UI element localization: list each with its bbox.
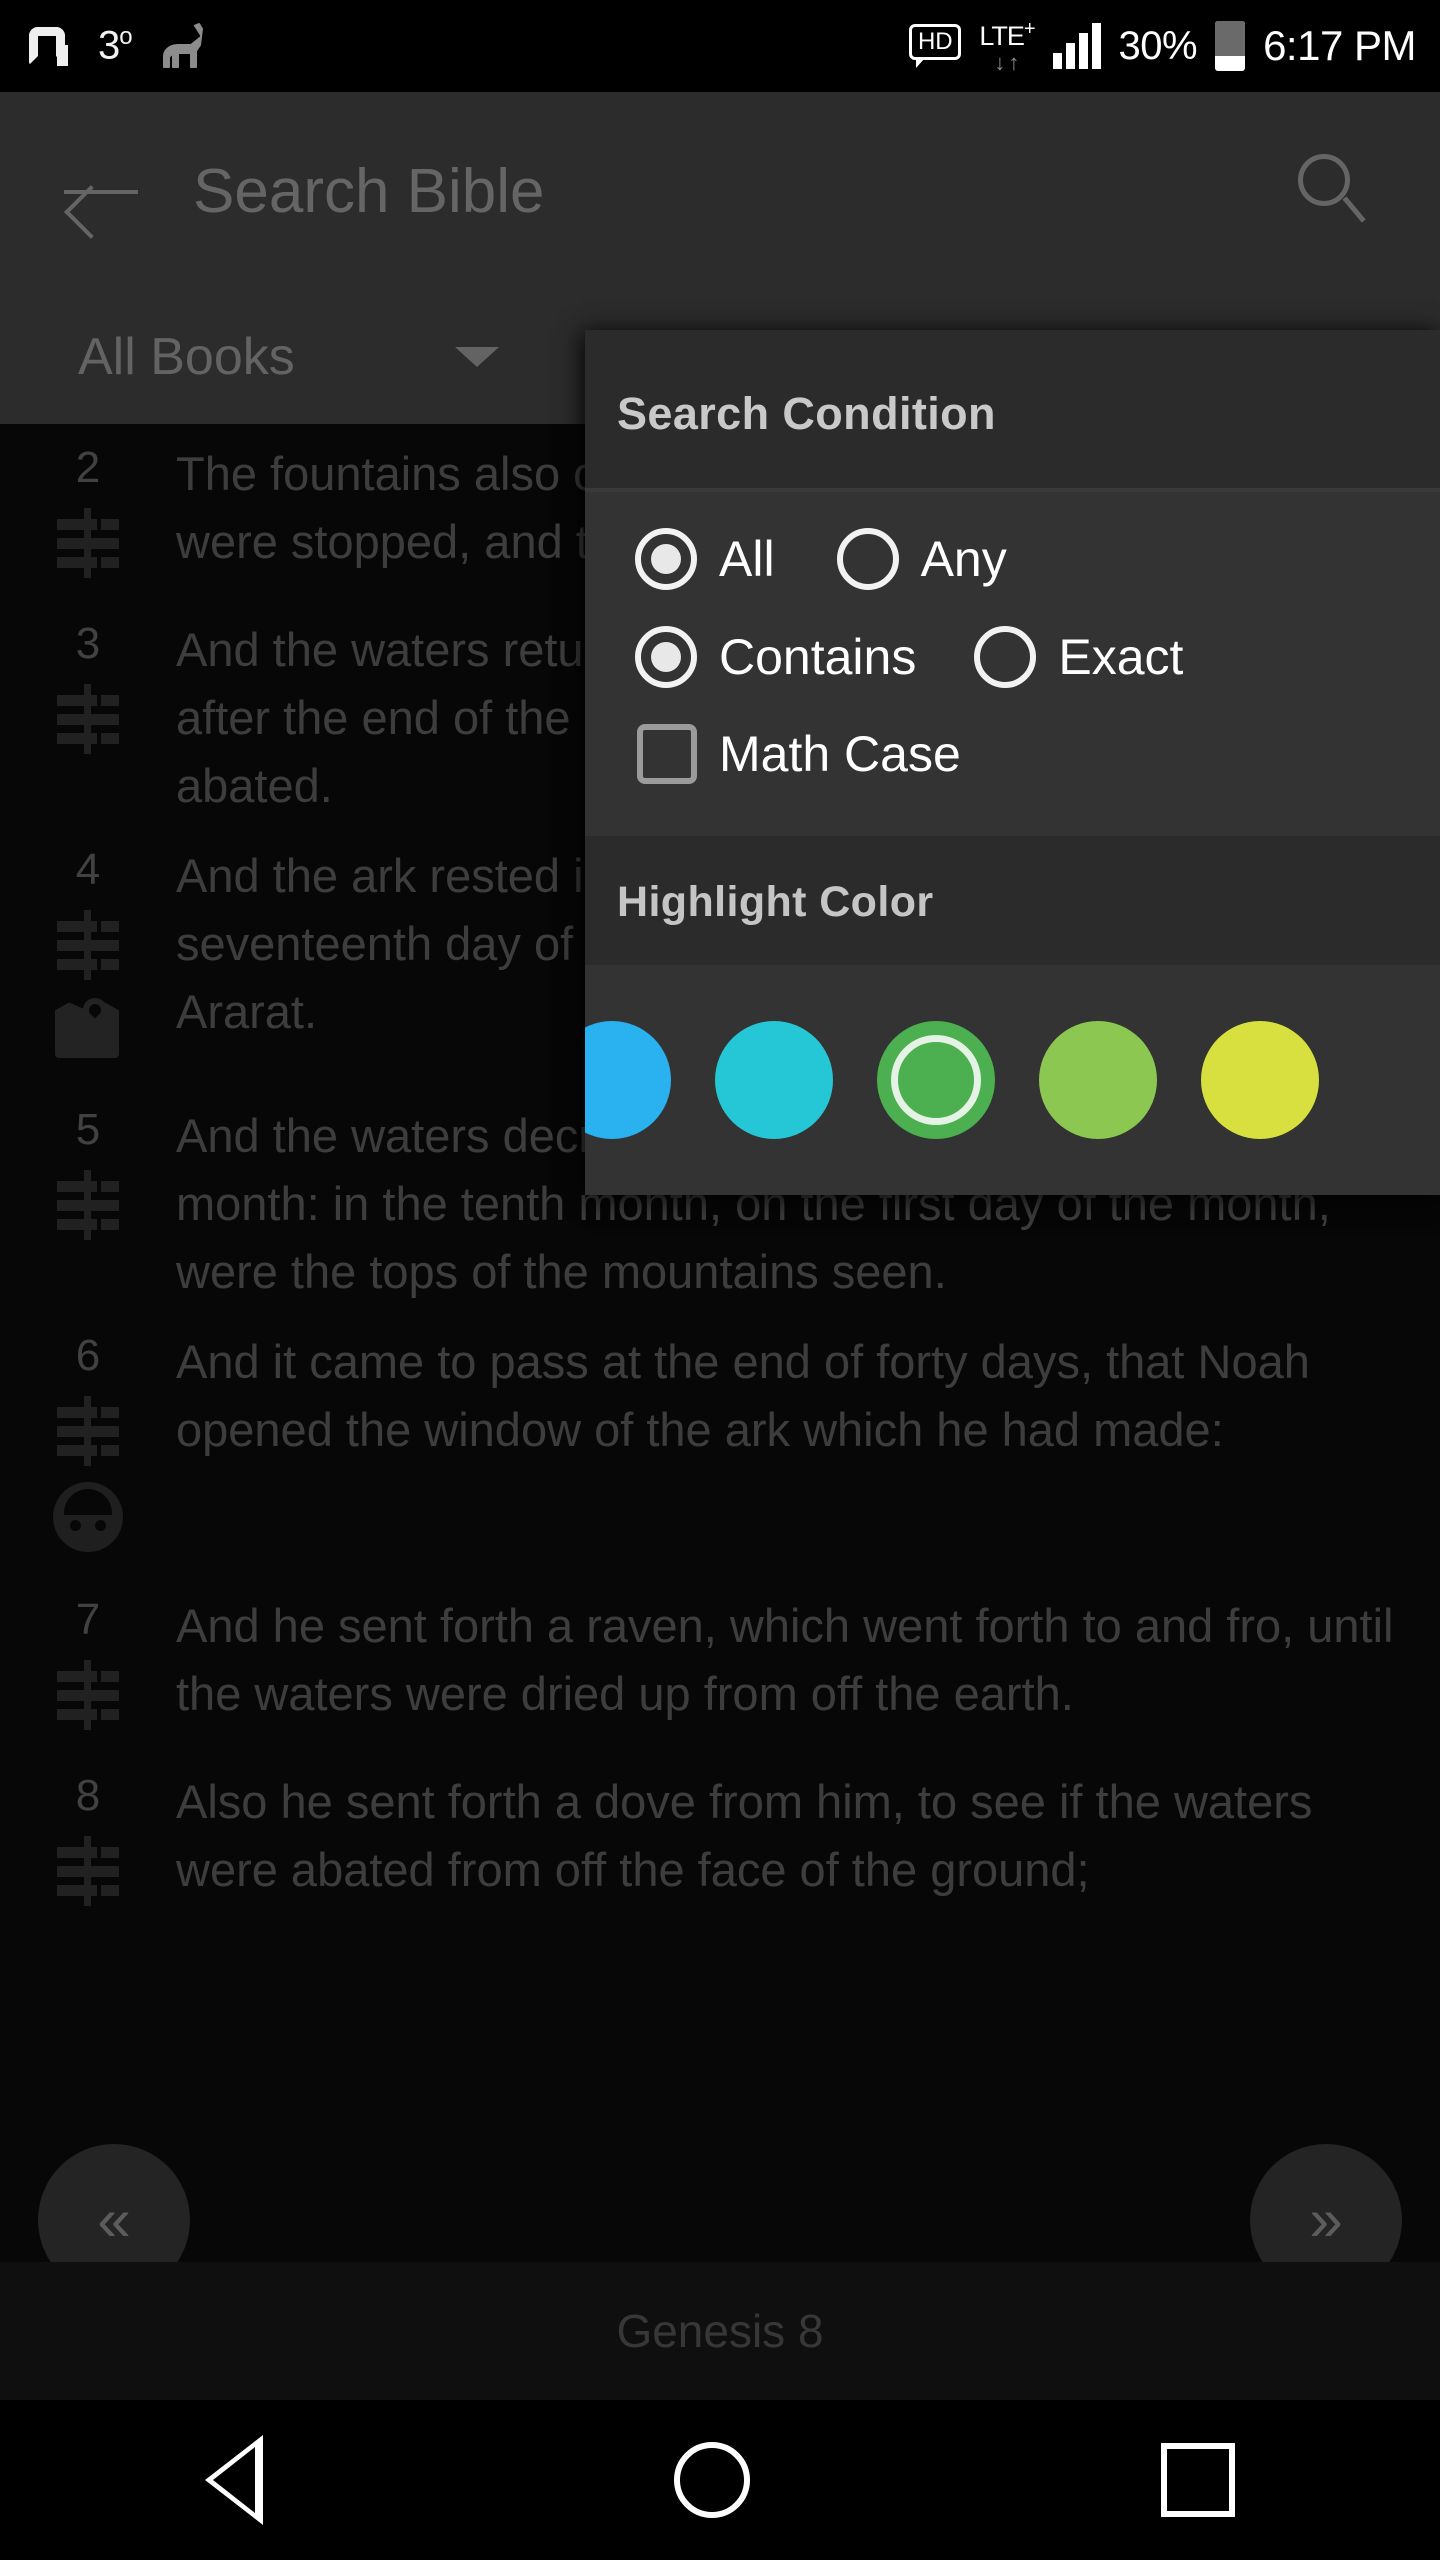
color-swatch-blue[interactable] — [585, 1021, 671, 1139]
checkbox-icon-math-case[interactable] — [637, 724, 697, 784]
chapter-reference-label: Genesis 8 — [616, 2305, 824, 2357]
verse-gutter: 3 — [0, 608, 176, 820]
note-icon[interactable] — [55, 1396, 121, 1466]
data-transfer-arrows-icon: ↓ ↑ — [994, 49, 1020, 75]
verse-number: 3 — [75, 619, 101, 668]
page-title: Search Bible — [193, 156, 545, 226]
battery-percent-label: 30% — [1118, 23, 1198, 68]
android-navigation-bar — [0, 2400, 1440, 2560]
note-icon[interactable] — [55, 910, 121, 980]
highlight-color-header: Highlight Color — [585, 836, 1440, 965]
verse-gutter: 2 — [0, 432, 176, 594]
case-option-row: Math Case — [585, 706, 1440, 802]
radio-option-any[interactable]: Any — [836, 528, 1007, 590]
hd-tail — [916, 58, 926, 68]
weather-temperature: 3o — [98, 23, 133, 68]
radio-label-contains: Contains — [719, 629, 917, 685]
radio-icon-any[interactable] — [836, 528, 899, 590]
color-swatch-light-green[interactable] — [1039, 1021, 1157, 1139]
radio-icon-all[interactable] — [635, 528, 697, 590]
verse-number: 6 — [75, 1331, 101, 1380]
chevron-down-icon — [454, 347, 499, 367]
checkbox-label-math-case: Math Case — [719, 726, 961, 782]
android-recents-icon[interactable] — [1160, 2443, 1235, 2517]
highlight-color-title: Highlight Color — [617, 878, 934, 926]
checkbox-option-math-case[interactable]: Math Case — [637, 724, 961, 784]
note-icon[interactable] — [55, 1170, 121, 1240]
app-logo-icon — [26, 23, 72, 69]
status-bar-right: HD LTE+ ↓ ↑ 30% 6:17 PM — [909, 19, 1440, 74]
radio-option-all[interactable]: All — [635, 528, 775, 590]
color-swatch-cyan[interactable] — [715, 1021, 833, 1139]
book-scope-label: All Books — [78, 328, 295, 386]
verse-row[interactable]: 6 And it came to pass at the end of fort… — [0, 1320, 1440, 1584]
person-icon[interactable] — [53, 1482, 123, 1552]
battery-icon — [1215, 21, 1246, 71]
verse-number: 4 — [75, 845, 101, 894]
verse-number: 8 — [75, 1771, 101, 1820]
radio-option-contains[interactable]: Contains — [635, 626, 916, 688]
search-condition-title: Search Condition — [617, 388, 996, 439]
llama-icon — [162, 23, 203, 68]
radio-icon-exact[interactable] — [974, 626, 1037, 688]
reader-footer: Genesis 8 — [0, 2262, 1440, 2400]
verse-text: And he sent forth a raven, which went fo… — [176, 1599, 1394, 1720]
phone-screen: 3o HD LTE+ ↓↑ 30% 6:17 PM Search Bible — [0, 0, 1440, 2560]
note-icon[interactable] — [55, 508, 121, 578]
map-icon[interactable] — [55, 993, 121, 1062]
verse-gutter: 6 — [0, 1320, 176, 1570]
highlight-color-strip[interactable] — [585, 965, 1440, 1195]
hd-voice-icon: HD — [909, 24, 962, 68]
highlight-color-rail[interactable] — [585, 965, 1319, 1195]
verse-number: 5 — [75, 1105, 101, 1154]
signal-bars-icon — [1052, 23, 1101, 69]
verse-row[interactable]: 8 Also he sent forth a dove from him, to… — [0, 1760, 1440, 1936]
radio-label-all: All — [719, 531, 775, 587]
network-label: LTE+ — [979, 17, 1035, 51]
compare-mode-row: Contains Exact — [585, 608, 1440, 706]
clock-label: 6:17 PM — [1263, 22, 1416, 69]
radio-option-exact[interactable]: Exact — [974, 626, 1183, 688]
status-bar: 3o HD LTE+ ↓ ↑ 30% 6:17 PM — [0, 0, 1440, 92]
verse-text: And it came to pass at the end of forty … — [176, 1335, 1310, 1456]
temperature-unit: o — [119, 23, 132, 51]
verse-gutter: 5 — [0, 1094, 176, 1306]
radio-icon-contains[interactable] — [635, 626, 697, 688]
verse-gutter: 4 — [0, 834, 176, 1080]
verse-number: 2 — [75, 443, 101, 492]
android-home-icon[interactable] — [673, 2442, 750, 2518]
verse-number: 7 — [75, 1595, 101, 1644]
android-back-icon[interactable] — [205, 2435, 264, 2525]
verse-text: Also he sent forth a dove from him, to s… — [176, 1775, 1313, 1896]
network-type-indicator: LTE+ ↓ ↑ — [979, 17, 1035, 75]
verse-gutter: 8 — [0, 1760, 176, 1922]
search-icon[interactable] — [1296, 154, 1370, 228]
note-icon[interactable] — [55, 1836, 121, 1906]
radio-label-exact: Exact — [1058, 629, 1184, 685]
status-bar-left: 3o — [0, 23, 210, 69]
match-mode-row: All Any — [585, 510, 1440, 608]
radio-label-any: Any — [920, 531, 1007, 587]
app-toolbar: Search Bible — [0, 92, 1440, 290]
temperature-value: 3 — [98, 23, 120, 68]
note-icon[interactable] — [55, 1660, 121, 1730]
search-condition-options: All Any Contains Exact Math Case — [585, 492, 1440, 836]
back-arrow-icon[interactable] — [62, 161, 140, 221]
color-swatch-yellow[interactable] — [1201, 1021, 1319, 1139]
verse-gutter: 7 — [0, 1584, 176, 1746]
search-condition-header: Search Condition — [585, 330, 1440, 488]
hd-label: HD — [909, 24, 962, 60]
color-swatch-green[interactable] — [877, 1021, 995, 1139]
note-icon[interactable] — [55, 684, 121, 754]
search-condition-panel: Search Condition All Any Contains Exact … — [585, 330, 1440, 1195]
verse-row[interactable]: 7 And he sent forth a raven, which went … — [0, 1584, 1440, 1760]
